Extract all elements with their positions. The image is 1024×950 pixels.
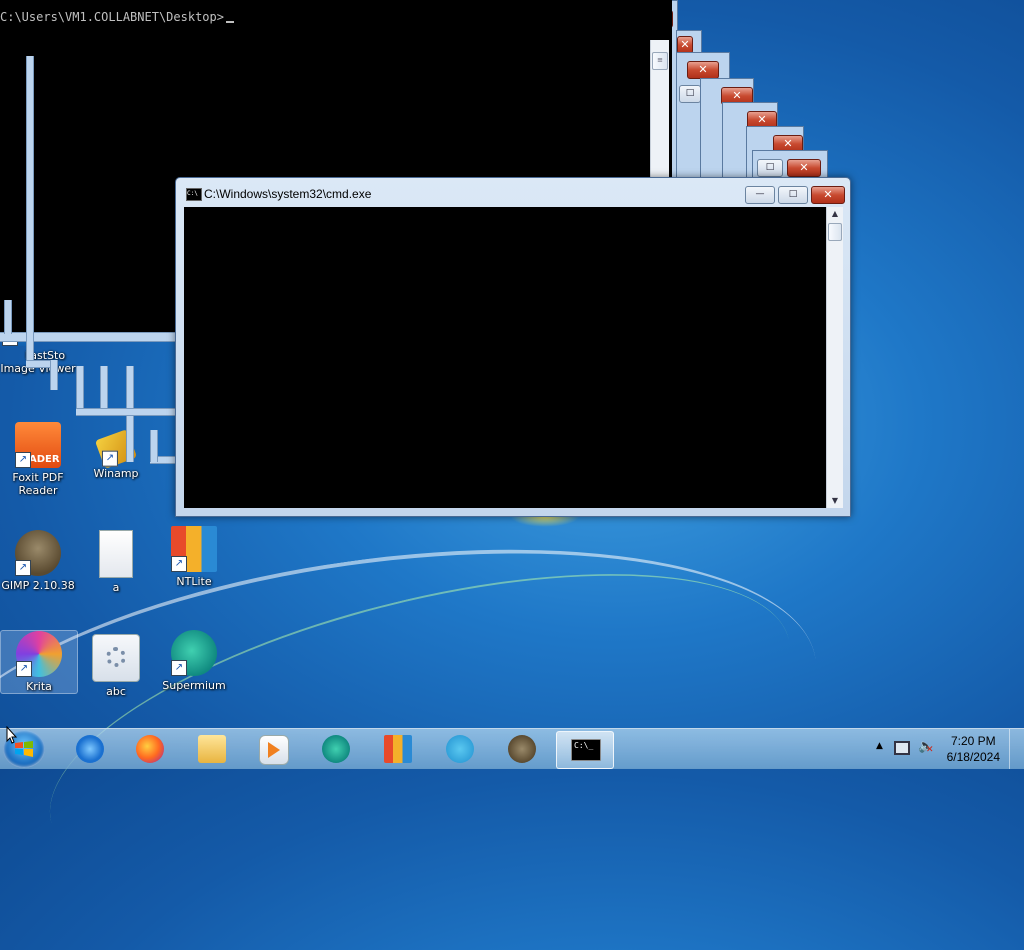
- window-edge-remnant: [26, 340, 34, 362]
- window-edge-remnant: [76, 366, 84, 412]
- desktop-icon-label: a: [112, 581, 120, 594]
- taskbar: C:\_ ▲ 🔈 ✕ 7:20 PM 6/18/2024: [0, 728, 1024, 769]
- taskbar-firefox[interactable]: [122, 731, 178, 767]
- stacked-window-7: □ ✕: [752, 150, 828, 180]
- scrollbar-thumb[interactable]: [828, 223, 842, 241]
- mouse-pointer-icon: [6, 726, 18, 744]
- console-prompt-line: C:\Users\VM1.COLLABNET\Desktop>: [0, 10, 234, 24]
- taskbar-file-explorer[interactable]: [184, 731, 240, 767]
- text-file-icon: [99, 530, 133, 578]
- desktop-icon-label: Winamp: [93, 467, 139, 480]
- volume-muted-icon[interactable]: 🔈 ✕: [918, 739, 934, 755]
- desktop-icon-label: NTLite: [176, 575, 212, 588]
- shortcut-arrow-icon: ↗: [171, 556, 187, 572]
- clock[interactable]: 7:20 PM 6/18/2024: [947, 733, 1000, 765]
- restore-icon[interactable]: □: [757, 159, 783, 177]
- desktop-icon-label: Reader: [18, 484, 58, 497]
- shortcut-arrow-icon: ↗: [15, 452, 31, 468]
- gimp-icon: [508, 735, 536, 763]
- command-prompt-icon: C:\_: [571, 739, 601, 761]
- console-client-area[interactable]: [184, 207, 826, 508]
- clock-time: 7:20 PM: [950, 734, 996, 748]
- gimp-icon: ↗: [15, 530, 61, 576]
- shortcut-arrow-icon: ↗: [101, 450, 118, 467]
- desktop-icon-label: Krita: [26, 680, 52, 693]
- window-edge-remnant: [4, 300, 12, 334]
- desktop-icon-label: Foxit PDF: [12, 471, 64, 484]
- desktop-icon-krita[interactable]: ↗ Krita: [0, 630, 78, 694]
- desktop-icon-ntlite[interactable]: ↗ NTLite: [156, 526, 232, 588]
- foxit-icon: ADER ↗: [15, 422, 61, 468]
- console-scrollbar[interactable]: ▲ ▼: [826, 207, 843, 508]
- maximize-button[interactable]: □: [778, 186, 808, 204]
- minimize-button[interactable]: —: [745, 186, 775, 204]
- minimize-icon: —: [755, 189, 765, 199]
- folder-icon: [198, 735, 226, 763]
- media-player-icon: [259, 735, 289, 765]
- desktop-icon-a[interactable]: a: [78, 530, 154, 594]
- taskbar-internet-explorer[interactable]: [62, 731, 118, 767]
- system-tray: ▲ 🔈 ✕ 7:20 PM 6/18/2024: [864, 729, 1024, 769]
- foxit-badge-text: ADER: [29, 454, 60, 465]
- window-edge-remnant: [50, 360, 58, 390]
- desktop-icon-label: GIMP 2.10.38: [1, 579, 75, 592]
- supermium-icon: ↗: [171, 630, 217, 676]
- internet-explorer-icon: [76, 735, 104, 763]
- firefox-icon: [136, 735, 164, 763]
- scrollbar-thumb[interactable]: ≡: [652, 52, 668, 70]
- desktop-icon-gimp[interactable]: ↗ GIMP 2.10.38: [0, 530, 76, 592]
- desktop-icon-label: abc: [106, 685, 126, 698]
- close-icon: ✕: [823, 188, 833, 201]
- desktop-icon-supermium[interactable]: ↗ Supermium: [156, 630, 232, 692]
- window-edge-remnant: [76, 408, 176, 416]
- taskbar-media-player[interactable]: [245, 731, 301, 767]
- taskbar-command-prompt[interactable]: C:\_: [556, 731, 614, 769]
- krita-icon: ↗: [16, 631, 62, 677]
- window-title: C:\Windows\system32\cmd.exe: [204, 187, 372, 201]
- telegram-icon: [446, 735, 474, 763]
- scroll-up-arrow-icon[interactable]: ▲: [827, 207, 843, 221]
- desktop-icon-abc[interactable]: abc: [78, 634, 154, 698]
- desktop-icon-label: Supermium: [162, 679, 226, 692]
- window-edge-remnant: [100, 366, 108, 412]
- shortcut-arrow-icon: ↗: [15, 560, 31, 576]
- scroll-down-arrow-icon[interactable]: ▼: [827, 494, 843, 508]
- close-icon[interactable]: ✕: [687, 61, 719, 79]
- ntlite-icon: ↗: [171, 526, 217, 572]
- maximize-icon: □: [788, 189, 798, 199]
- show-desktop-button[interactable]: [1009, 729, 1024, 769]
- window-edge-remnant: [150, 430, 158, 462]
- desktop-icon-foxit[interactable]: ADER ↗ Foxit PDF Reader: [0, 422, 76, 497]
- network-icon[interactable]: [894, 741, 910, 755]
- close-icon[interactable]: ✕: [787, 159, 821, 177]
- supermium-icon: [322, 735, 350, 763]
- console-app-icon: C:\: [186, 188, 202, 201]
- console-prompt: C:\Users\VM1.COLLABNET\Desktop>: [0, 10, 224, 24]
- taskbar-gimp[interactable]: [494, 731, 550, 767]
- console-cursor: [225, 21, 234, 23]
- ntlite-icon: [384, 735, 412, 763]
- settings-file-icon: [92, 634, 140, 682]
- cmd-window[interactable]: C:\ C:\Windows\system32\cmd.exe — □ ✕ ▲ …: [175, 177, 851, 517]
- taskbar-telegram[interactable]: [432, 731, 488, 767]
- desktop-icon-winamp[interactable]: ↗ Winamp: [78, 422, 154, 480]
- restore-icon[interactable]: □: [679, 85, 701, 103]
- close-button[interactable]: ✕: [811, 186, 845, 204]
- show-hidden-icons-button[interactable]: ▲: [876, 741, 883, 751]
- shortcut-arrow-icon: ↗: [16, 661, 32, 677]
- shortcut-arrow-icon: ↗: [171, 660, 187, 676]
- window-edge-remnant: [26, 56, 34, 340]
- taskbar-ntlite[interactable]: [370, 731, 426, 767]
- clock-date: 6/18/2024: [946, 750, 1000, 764]
- taskbar-supermium[interactable]: [308, 731, 364, 767]
- console-glyph: C:\_: [574, 741, 594, 750]
